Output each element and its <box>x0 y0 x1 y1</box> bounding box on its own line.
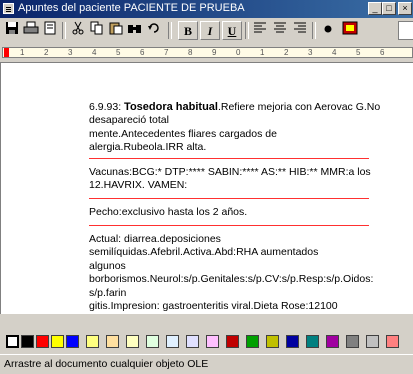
ruler-mark: 1 <box>260 48 265 57</box>
ruler-strip <box>2 47 413 58</box>
align-center-icon[interactable] <box>270 21 290 40</box>
section-divider <box>89 198 369 199</box>
save-icon[interactable] <box>2 21 22 40</box>
color-swatch[interactable] <box>386 335 399 348</box>
color-swatch[interactable] <box>326 335 339 348</box>
close-button[interactable]: × <box>398 2 412 15</box>
color-swatch[interactable] <box>366 335 379 348</box>
current-visit-text: Actual: diarrea.deposiciones semilíquida… <box>89 233 374 313</box>
color-swatch[interactable] <box>186 335 199 348</box>
ruler-mark: 8 <box>188 48 193 57</box>
color-swatch[interactable] <box>246 335 259 348</box>
underline-button[interactable]: U <box>222 21 242 40</box>
entry-heading: Tosedora habitual <box>124 101 218 113</box>
undo-icon[interactable] <box>144 21 164 40</box>
color-swatch[interactable] <box>66 335 79 348</box>
align-right-icon[interactable] <box>290 21 310 40</box>
color-swatch[interactable] <box>306 335 319 348</box>
insert-object-icon[interactable] <box>340 21 360 40</box>
feeding-text: Pecho:exclusivo hasta los 2 años. <box>89 206 248 218</box>
ruler-mark: 4 <box>332 48 337 57</box>
status-text: Arrastre al documento cualquier objeto O… <box>4 358 209 370</box>
color-swatch[interactable] <box>266 335 279 348</box>
toolbar: B I U <box>0 18 413 45</box>
color-swatch[interactable] <box>51 335 64 348</box>
ruler-mark: 6 <box>140 48 145 57</box>
find-icon[interactable] <box>125 21 145 40</box>
document-area[interactable]: 6.9.93: Tosedora habitual.Refiere mejori… <box>0 63 413 314</box>
ruler: 1 2 3 4 5 6 7 8 9 0 1 2 3 4 5 6 <box>0 44 413 63</box>
app-icon[interactable] <box>3 3 14 14</box>
color-swatch[interactable] <box>126 335 139 348</box>
ruler-mark: 4 <box>92 48 97 57</box>
color-swatch[interactable] <box>226 335 239 348</box>
ruler-mark: 2 <box>44 48 49 57</box>
minimize-button[interactable]: _ <box>368 2 382 15</box>
ruler-mark: 9 <box>212 48 217 57</box>
entry-date: 6.9.93: <box>89 101 122 113</box>
vaccines-text: Vacunas:BCG:* DTP:**** SABIN:**** AS:** … <box>89 166 371 192</box>
color-swatch[interactable] <box>166 335 179 348</box>
color-swatch[interactable] <box>36 335 49 348</box>
section-divider <box>89 158 369 159</box>
ruler-mark: 3 <box>308 48 313 57</box>
color-palette <box>0 332 413 350</box>
color-swatch[interactable] <box>86 335 99 348</box>
bold-button[interactable]: B <box>178 21 198 40</box>
toolbar-separator <box>245 22 249 39</box>
history-entry: 6.9.93: Tosedora habitual.Refiere mejori… <box>89 101 413 155</box>
color-swatch[interactable] <box>6 335 19 348</box>
color-swatch[interactable] <box>206 335 219 348</box>
bullet-icon[interactable] <box>318 21 338 40</box>
title-bar: Apuntes del paciente PACIENTE DE PRUEBA … <box>0 0 413 18</box>
ruler-mark: 2 <box>284 48 289 57</box>
color-swatch[interactable] <box>346 335 359 348</box>
print-preview-icon[interactable] <box>40 21 60 40</box>
print-icon[interactable] <box>21 21 41 40</box>
align-left-icon[interactable] <box>250 21 270 40</box>
color-swatch[interactable] <box>106 335 119 348</box>
notes-window: Apuntes del paciente PACIENTE DE PRUEBA … <box>0 0 413 374</box>
paste-icon[interactable] <box>106 21 126 40</box>
ruler-mark: 3 <box>68 48 73 57</box>
toolbar-separator <box>62 22 66 39</box>
ruler-mark: 6 <box>380 48 385 57</box>
maximize-button[interactable]: □ <box>382 2 396 15</box>
window-title: Apuntes del paciente PACIENTE DE PRUEBA <box>18 2 245 14</box>
font-size-field[interactable] <box>398 21 413 40</box>
ruler-mark: 1 <box>20 48 25 57</box>
ruler-mark: 5 <box>116 48 121 57</box>
ruler-mark: 7 <box>164 48 169 57</box>
toolbar-separator <box>312 22 316 39</box>
color-swatch[interactable] <box>21 335 34 348</box>
italic-button[interactable]: I <box>200 21 220 40</box>
color-swatch[interactable] <box>286 335 299 348</box>
status-bar: Arrastre al documento cualquier objeto O… <box>0 354 413 374</box>
copy-icon[interactable] <box>87 21 107 40</box>
left-margin-marker[interactable] <box>4 48 9 57</box>
section-divider <box>89 225 369 226</box>
toolbar-separator <box>168 22 172 39</box>
color-swatch[interactable] <box>146 335 159 348</box>
cut-icon[interactable] <box>68 21 88 40</box>
ruler-mark: 5 <box>356 48 361 57</box>
ruler-mark: 0 <box>236 48 241 57</box>
